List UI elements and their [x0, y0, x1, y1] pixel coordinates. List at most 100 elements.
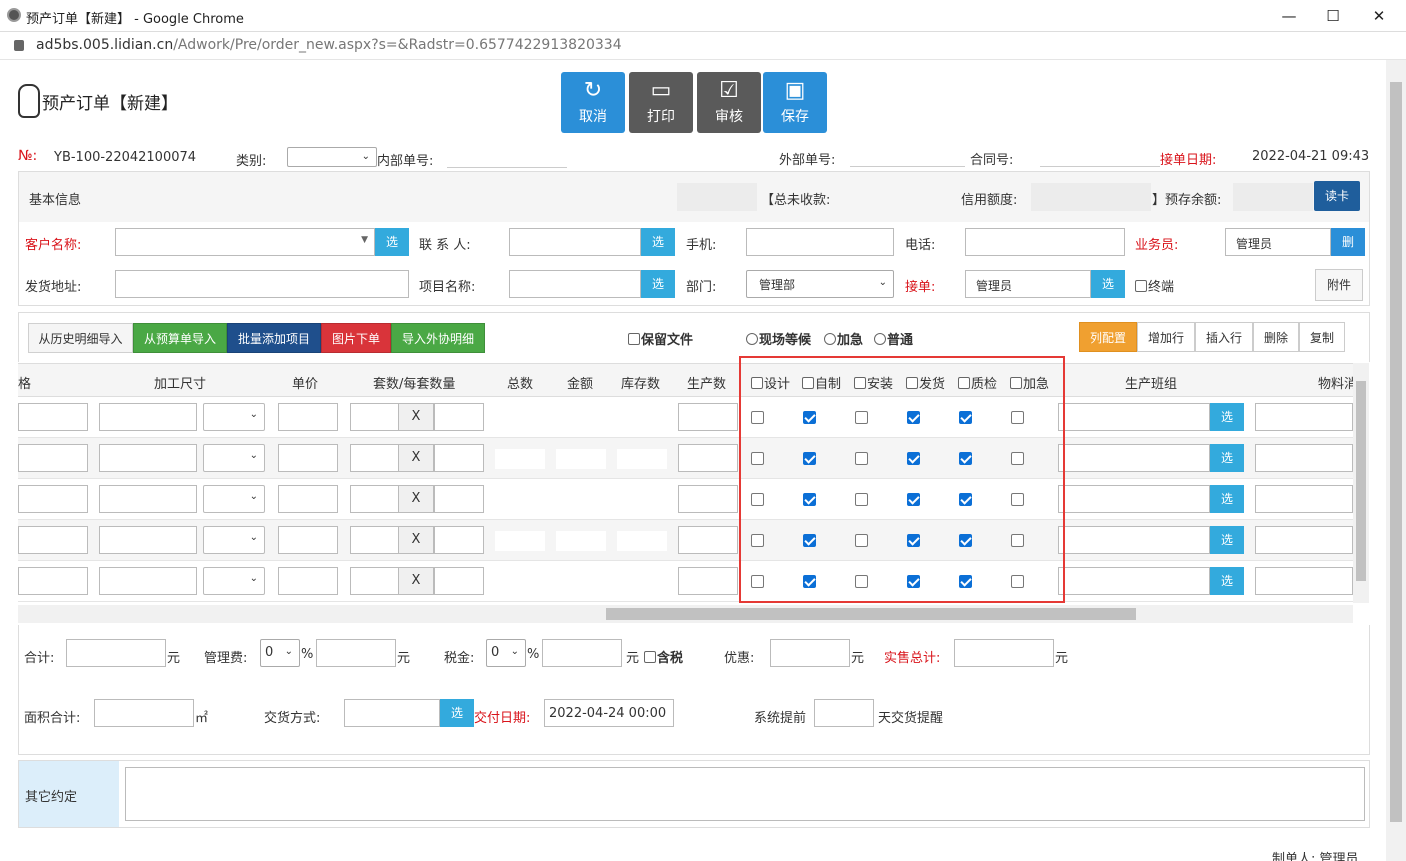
project-select-button[interactable]: 选	[641, 270, 675, 298]
other-agreement-textarea[interactable]	[125, 767, 1365, 821]
per-set-input[interactable]	[434, 444, 484, 472]
produce-input[interactable]	[678, 526, 738, 554]
delivery-method-select-button[interactable]: 选	[440, 699, 474, 727]
team-input[interactable]	[1058, 567, 1210, 595]
grid-hscroll[interactable]	[18, 605, 1353, 623]
size-input[interactable]	[99, 567, 197, 595]
read-card-button[interactable]: 读卡	[1314, 181, 1360, 211]
maximize-icon[interactable]: ☐	[1323, 6, 1343, 26]
sets-input[interactable]	[350, 403, 400, 431]
size-input[interactable]	[99, 485, 197, 513]
unit-select[interactable]: ⌄	[203, 485, 265, 513]
cancel-button[interactable]: ↻ 取消	[561, 72, 625, 133]
print-button[interactable]: ▭ 打印	[629, 72, 693, 133]
url-text[interactable]: ad5bs.005.lidian.cn/Adwork/Pre/order_new…	[36, 37, 622, 53]
team-select-button[interactable]: 选	[1210, 444, 1244, 472]
salesman-delete-button[interactable]: 删	[1331, 228, 1365, 256]
per-set-input[interactable]	[434, 526, 484, 554]
material-input[interactable]	[1255, 485, 1353, 513]
unit-select[interactable]: ⌄	[203, 444, 265, 472]
insert-row-button[interactable]: 插入行	[1195, 322, 1253, 352]
receiver-input[interactable]: 管理员	[965, 270, 1091, 298]
price-input[interactable]	[278, 444, 338, 472]
tax-select[interactable]: 0 ⌄	[486, 639, 526, 667]
sets-input[interactable]	[350, 444, 400, 472]
team-select-button[interactable]: 选	[1210, 485, 1244, 513]
sets-input[interactable]	[350, 526, 400, 554]
per-set-input[interactable]	[434, 403, 484, 431]
unit-select[interactable]: ⌄	[203, 567, 265, 595]
material-input[interactable]	[1255, 403, 1353, 431]
onsite-radio[interactable]: 现场等候	[746, 329, 811, 348]
spec-input[interactable]	[18, 444, 88, 472]
produce-input[interactable]	[678, 567, 738, 595]
column-config-button[interactable]: 列配置	[1079, 322, 1137, 352]
team-select-button[interactable]: 选	[1210, 567, 1244, 595]
copy-row-button[interactable]: 复制	[1299, 322, 1345, 352]
unit-select[interactable]: ⌄	[203, 403, 265, 431]
grid-vscroll[interactable]	[1353, 363, 1369, 603]
dept-select[interactable]: 管理部 ⌄	[746, 270, 894, 298]
unit-select[interactable]: ⌄	[203, 526, 265, 554]
remind-days-input[interactable]	[814, 699, 874, 727]
area-input[interactable]	[94, 699, 194, 727]
discount-input[interactable]	[770, 639, 850, 667]
sets-input[interactable]	[350, 567, 400, 595]
page-vscroll[interactable]	[1386, 60, 1406, 861]
spec-input[interactable]	[18, 403, 88, 431]
material-input[interactable]	[1255, 444, 1353, 472]
category-select[interactable]: ⌄	[287, 147, 377, 167]
spec-input[interactable]	[18, 526, 88, 554]
mobile-input[interactable]	[746, 228, 894, 256]
salesman-input[interactable]: 管理员	[1225, 228, 1331, 256]
delivery-method-input[interactable]	[344, 699, 440, 727]
actual-total-input[interactable]	[954, 639, 1054, 667]
size-input[interactable]	[99, 444, 197, 472]
customer-select-button[interactable]: 选	[375, 228, 409, 256]
contact-input[interactable]	[509, 228, 641, 256]
address-bar[interactable]: ad5bs.005.lidian.cn/Adwork/Pre/order_new…	[0, 32, 1406, 60]
material-input[interactable]	[1255, 567, 1353, 595]
tax-input[interactable]	[542, 639, 622, 667]
per-set-input[interactable]	[434, 567, 484, 595]
team-select-button[interactable]: 选	[1210, 403, 1244, 431]
spec-input[interactable]	[18, 485, 88, 513]
produce-input[interactable]	[678, 444, 738, 472]
image-order-button[interactable]: 图片下单	[321, 323, 391, 353]
price-input[interactable]	[278, 485, 338, 513]
batch-add-button[interactable]: 批量添加项目	[227, 323, 321, 353]
material-input[interactable]	[1255, 526, 1353, 554]
team-input[interactable]	[1058, 403, 1210, 431]
customer-select[interactable]: ▼	[115, 228, 375, 256]
sets-input[interactable]	[350, 485, 400, 513]
produce-input[interactable]	[678, 485, 738, 513]
keep-file-checkbox[interactable]: 保留文件	[628, 329, 693, 348]
review-button[interactable]: ☑ 审核	[697, 72, 761, 133]
price-input[interactable]	[278, 526, 338, 554]
external-no-input[interactable]	[850, 149, 965, 167]
close-icon[interactable]: ✕	[1369, 6, 1389, 26]
contract-no-input[interactable]	[1040, 149, 1160, 167]
save-button[interactable]: ▣ 保存	[763, 72, 827, 133]
attach-button[interactable]: 附件	[1315, 269, 1363, 301]
internal-no-input[interactable]	[447, 150, 567, 168]
normal-radio[interactable]: 普通	[874, 329, 913, 348]
terminal-checkbox[interactable]: 终端	[1135, 276, 1174, 295]
delete-row-button[interactable]: 删除	[1253, 322, 1299, 352]
produce-input[interactable]	[678, 403, 738, 431]
urgent-radio[interactable]: 加急	[824, 329, 863, 348]
address-input[interactable]	[115, 270, 409, 298]
price-input[interactable]	[278, 403, 338, 431]
mgmt-fee-input[interactable]	[316, 639, 396, 667]
add-row-button[interactable]: 增加行	[1137, 322, 1195, 352]
per-set-input[interactable]	[434, 485, 484, 513]
receiver-select-button[interactable]: 选	[1091, 270, 1125, 298]
project-input[interactable]	[509, 270, 641, 298]
due-date-input[interactable]: 2022-04-24 00:00	[544, 699, 674, 727]
size-input[interactable]	[99, 403, 197, 431]
tax-included-checkbox[interactable]: 含税	[644, 647, 683, 666]
import-outsource-button[interactable]: 导入外协明细	[391, 323, 485, 353]
price-input[interactable]	[278, 567, 338, 595]
team-input[interactable]	[1058, 444, 1210, 472]
team-input[interactable]	[1058, 485, 1210, 513]
